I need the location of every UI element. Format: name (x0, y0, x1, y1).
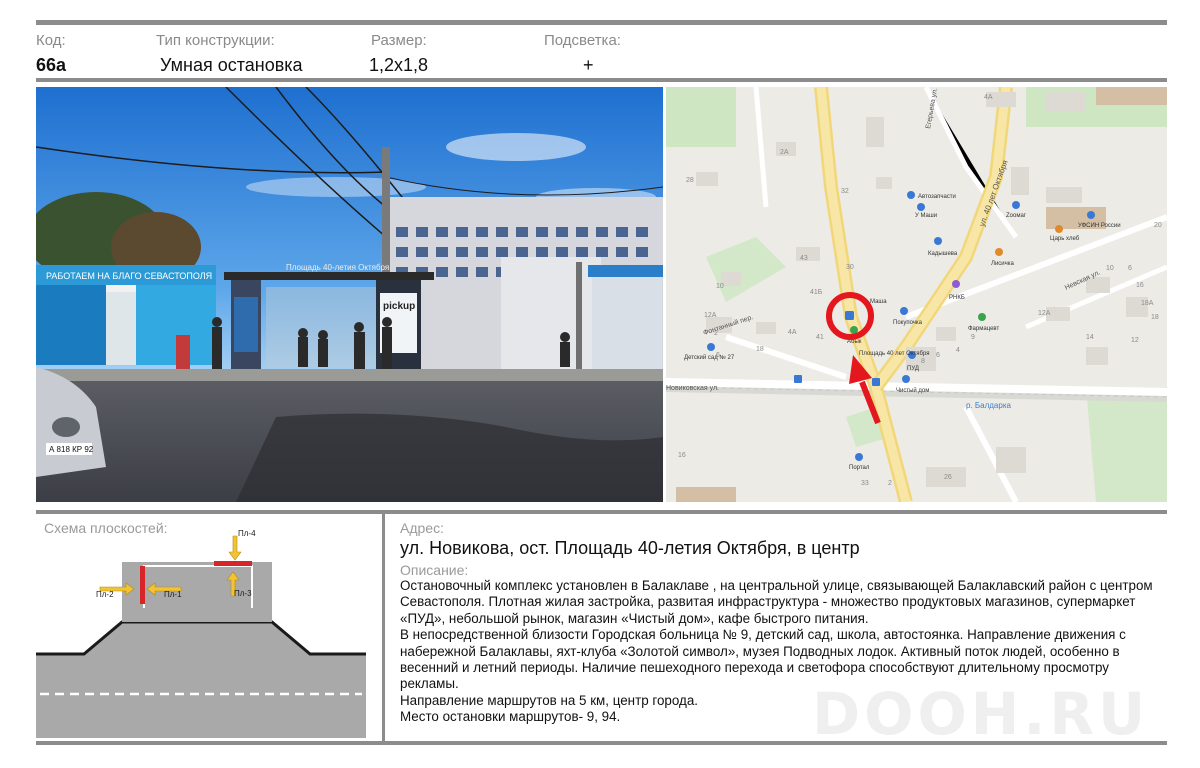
house-number: 9 (971, 334, 975, 341)
poi-label: Чистый дом (896, 387, 929, 394)
house-number: 10 (716, 283, 724, 290)
house-number: 33 (861, 480, 869, 487)
watermark-logo: DOOH.RU (812, 680, 1150, 748)
poi-label: Маша (870, 299, 887, 305)
house-number: 2А (780, 149, 789, 156)
house-number: 26 (944, 474, 952, 481)
house-number: 8 (921, 358, 925, 365)
media-divider (36, 510, 1167, 514)
planes-scheme-diagram: Пл-2 Пл-1 Пл-3 Пл-4 (36, 529, 366, 738)
house-number: 14 (1086, 334, 1094, 341)
house-number: 12 (1131, 337, 1139, 344)
house-number: 2 (714, 330, 718, 337)
poi-label: Покупочка (893, 320, 923, 326)
poi-label: Портал (849, 465, 870, 471)
house-number: 12А (1038, 310, 1051, 317)
house-number: 6 (1128, 265, 1132, 272)
poi-label: Кадышева (928, 251, 958, 257)
poi-label: Zoомаг (1006, 213, 1027, 219)
plane-label-2: Пл-2 (96, 590, 114, 599)
code-value: 66а (36, 55, 67, 75)
map-illustration: ул. 40 лет Октября Фонтанный пер. Новико… (666, 87, 1167, 502)
size-value: 1,2х1,8 (369, 55, 429, 75)
house-number: 18А (1141, 300, 1154, 307)
poi-label: Лисичка (991, 261, 1015, 267)
poi-label: УФСИН России (1078, 223, 1121, 229)
poi-label: РНКБ (949, 295, 965, 301)
kiosk-text: pickup (383, 301, 415, 312)
type-label: Тип конструкции: (156, 32, 275, 49)
planes-scheme: Пл-2 Пл-1 Пл-3 Пл-4 (36, 528, 366, 738)
plane-label-1: Пл-1 (164, 590, 182, 599)
house-number: 20 (1154, 222, 1162, 229)
house-number: 4А (984, 94, 993, 101)
bus-stop-icon (872, 378, 880, 386)
plane-label-3: Пл-3 (234, 589, 252, 598)
house-number: 16 (1136, 282, 1144, 289)
code-label: Код: (36, 32, 66, 49)
target-bus-stop-icon (845, 311, 854, 320)
river-label-baldarka: р. Балдарка (966, 401, 1012, 410)
house-number: 6 (936, 352, 940, 359)
house-number: 16 (678, 452, 686, 459)
house-number: 18 (756, 346, 764, 353)
type-value: Умная остановка (160, 55, 303, 75)
house-number: 12А (704, 312, 717, 319)
house-number: 30 (846, 264, 854, 271)
street-photo-illustration: РАБОТАЕМ НА БЛАГО СЕВАСТОПОЛЯ Площадь 40… (36, 87, 663, 502)
section-separator (382, 514, 385, 743)
poi-label: Фармацевт (968, 326, 999, 332)
poi-label: Детский сад № 27 (684, 354, 735, 361)
house-number: 2 (888, 480, 892, 487)
address-label: Адрес: (400, 520, 444, 536)
banner-text: РАБОТАЕМ НА БЛАГО СЕВАСТОПОЛЯ (46, 271, 212, 281)
house-number: 4 (956, 347, 960, 354)
description-paragraph: Остановочный комплекс установлен в Балак… (400, 578, 1153, 626)
location-map: ул. 40 лет Октября Фонтанный пер. Новико… (666, 87, 1167, 502)
plane-label-4: Пл-4 (238, 529, 256, 538)
poi-label: Автозапчасти (918, 194, 956, 200)
header-divider (36, 78, 1167, 82)
shelter-sign: Площадь 40-летия Октября (286, 263, 389, 272)
size-label: Размер: (371, 32, 427, 49)
house-number: 28 (686, 177, 694, 184)
poi-label: ПУД (907, 366, 919, 372)
house-number: 43 (800, 255, 808, 262)
light-value: + (583, 55, 594, 75)
poi-label: Царь хлеб (1050, 236, 1080, 242)
bus-stop-icon (794, 375, 802, 383)
house-number: 32 (841, 188, 849, 195)
poi-label-stop: Площадь 40 лет Октября (859, 351, 930, 357)
license-plate: А 818 КР 92 (49, 445, 94, 454)
house-number: 4А (788, 329, 797, 336)
address-value: ул. Новикова, ост. Площадь 40-летия Октя… (400, 538, 860, 558)
poi-label: У Маши (915, 213, 937, 219)
light-label: Подсветка: (544, 32, 621, 49)
house-number: 41 (816, 334, 824, 341)
location-photo: РАБОТАЕМ НА БЛАГО СЕВАСТОПОЛЯ Площадь 40… (36, 87, 663, 502)
house-number: 41Б (810, 289, 823, 296)
description-label: Описание: (400, 562, 469, 578)
house-number: 18 (1151, 314, 1159, 321)
top-divider (36, 20, 1167, 25)
street-label-novikovskaya: Новиковская ул. (666, 385, 719, 392)
house-number: 10 (1106, 265, 1114, 272)
